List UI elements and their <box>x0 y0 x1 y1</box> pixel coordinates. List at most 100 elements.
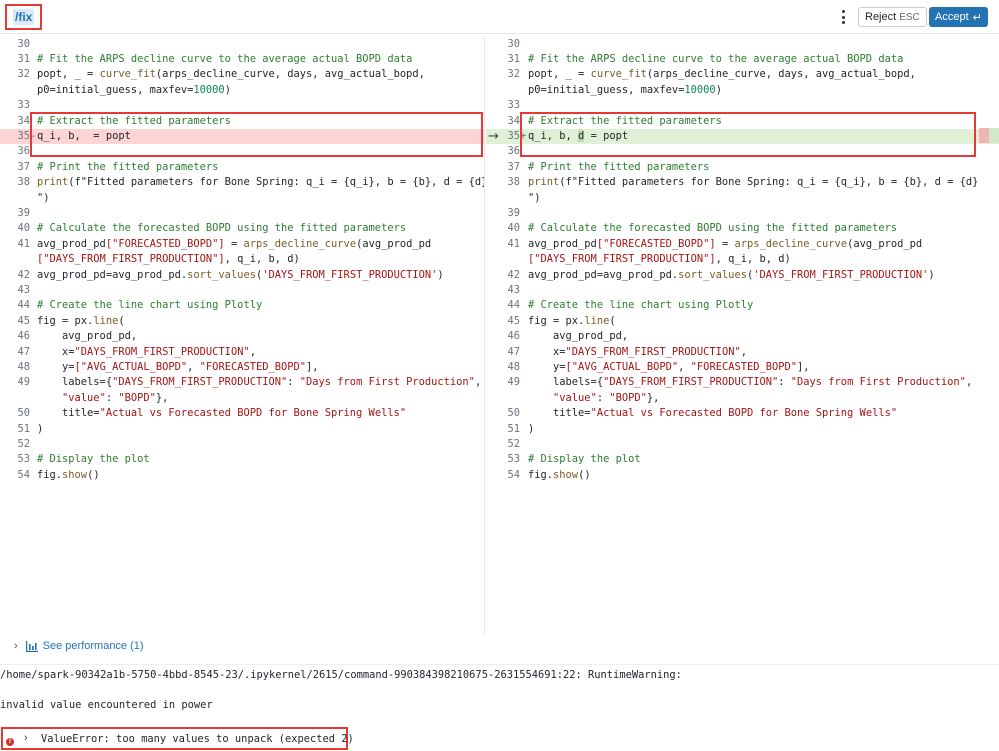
code-line: 53 # Display the plot <box>0 452 484 467</box>
code-line: 36 <box>486 144 999 159</box>
line-number: 50 <box>17 407 30 420</box>
code-line: 34 # Extract the fitted parameters <box>0 114 484 129</box>
line-number: 37 <box>507 160 520 173</box>
code-text: print(f"Fitted parameters for Bone Sprin… <box>528 176 979 189</box>
code-line: 46 avg_prod_pd, <box>486 329 999 344</box>
code-text: # Display the plot <box>528 453 641 466</box>
code-line: 44 # Create the line chart using Plotly <box>486 298 999 313</box>
line-number: 52 <box>17 438 30 450</box>
chevron-right-icon[interactable]: › <box>24 732 28 744</box>
line-number: 38 <box>17 176 30 189</box>
code-text: # Print the fitted parameters <box>528 160 710 173</box>
line-number: 37 <box>17 160 30 173</box>
code-text: # Calculate the forecasted BOPD using th… <box>37 222 407 235</box>
code-line: 30 <box>486 37 999 52</box>
code-text: print(f"Fitted parameters for Bone Sprin… <box>37 176 485 189</box>
line-number: 47 <box>17 345 30 358</box>
line-number: 41 <box>507 237 520 250</box>
reject-shortcut-label: ESC <box>899 11 920 23</box>
line-number: 34 <box>507 114 520 127</box>
line-number: 39 <box>507 207 520 219</box>
enter-key-icon: ↵ <box>972 11 982 24</box>
code-line: 44 # Create the line chart using Plotly <box>0 298 484 313</box>
runtime-warning-message: invalid value encountered in power <box>0 699 213 711</box>
code-line: ") <box>486 191 999 206</box>
code-line: 38 print(f"Fitted parameters for Bone Spr… <box>486 175 999 190</box>
code-text: fig.show() <box>37 468 100 481</box>
code-line: 39 <box>486 206 999 221</box>
line-number: 46 <box>507 330 520 343</box>
chevron-right-icon[interactable]: › <box>14 640 18 652</box>
line-number: 51 <box>507 422 520 435</box>
see-performance-row[interactable]: › See performance (1) <box>14 640 144 652</box>
original-code-pane[interactable]: 30 31 # Fit the ARPS decline curve to the … <box>0 36 485 634</box>
line-number: 52 <box>507 438 520 450</box>
code-line: 36 <box>0 144 484 159</box>
code-line: 54 fig.show() <box>486 468 999 483</box>
code-text: y=["AVG_ACTUAL_BOPD", "FORECASTED_BOPD"]… <box>37 361 319 373</box>
kebab-menu-icon[interactable] <box>836 9 850 25</box>
deletion-scroll-marker <box>979 128 989 143</box>
reject-button[interactable]: Reject ESC <box>858 7 927 27</box>
code-line: p0=initial_guess, maxfev=10000) <box>486 83 999 98</box>
line-number: 32 <box>17 68 30 81</box>
code-text: avg_prod_pd["FORECASTED_BOPD"] = arps_de… <box>528 237 923 250</box>
code-text: # Print the fitted parameters <box>37 160 219 173</box>
line-number: 45 <box>507 314 520 327</box>
line-number: 40 <box>17 222 30 235</box>
code-line: 53 # Display the plot <box>486 452 999 467</box>
code-line: ["DAYS_FROM_FIRST_PRODUCTION"], q_i, b, … <box>486 252 999 267</box>
code-text: # Fit the ARPS decline curve to the aver… <box>37 53 413 65</box>
line-number: 31 <box>507 53 520 65</box>
code-line: 41 avg_prod_pd["FORECASTED_BOPD"] = arps_… <box>486 237 999 252</box>
line-number: 49 <box>507 376 520 389</box>
code-line: 32 popt, _ = curve_fit(arps_decline_curve… <box>0 67 484 82</box>
code-text: "value": "BOPD"}, <box>553 391 660 404</box>
code-line: 48 y=["AVG_ACTUAL_BOPD", "FORECASTED_BOP… <box>0 360 484 375</box>
line-number: 53 <box>507 453 520 466</box>
line-number: 53 <box>17 453 30 466</box>
line-number: 43 <box>17 284 30 296</box>
code-text: labels={"DAYS_FROM_FIRST_PRODUCTION": "D… <box>528 376 973 389</box>
fix-command-chip: /fix <box>5 4 43 30</box>
line-number: 38 <box>507 176 520 189</box>
error-circle-icon: ! <box>6 738 14 746</box>
line-number: 39 <box>17 207 30 219</box>
arrow-right-icon: → <box>488 129 499 144</box>
code-line: 40 # Calculate the forecasted BOPD using … <box>486 221 999 236</box>
line-number: 46 <box>17 330 30 343</box>
line-number: 33 <box>507 99 520 112</box>
code-text: title="Actual vs Forecasted BOPD for Bon… <box>528 407 898 420</box>
line-number: 34 <box>17 114 30 127</box>
fix-command-label: /fix <box>13 9 35 25</box>
code-text: x="DAYS_FROM_FIRST_PRODUCTION", <box>528 345 747 358</box>
line-number: 51 <box>17 422 30 435</box>
code-text: y=["AVG_ACTUAL_BOPD", "FORECASTED_BOPD"]… <box>528 361 810 373</box>
code-text: fig = px.line( <box>528 314 616 327</box>
code-line: 40 # Calculate the forecasted BOPD using … <box>0 221 484 236</box>
error-row[interactable]: ! › ValueError: too many values to unpac… <box>1 727 354 750</box>
code-line: 43 <box>486 283 999 298</box>
line-number: 45 <box>17 314 30 327</box>
code-text: ) <box>528 422 535 435</box>
code-text: avg_prod_pd, <box>528 330 629 343</box>
code-text: # Extract the fitted parameters <box>37 114 231 127</box>
diff-toolbar: /fix Reject ESC Accept ↵ <box>0 0 999 34</box>
suggested-code-pane[interactable]: 30 31 # Fit the ARPS decline curve to the … <box>486 36 999 634</box>
code-line: 37 # Print the fitted parameters <box>486 160 999 175</box>
code-text: labels={"DAYS_FROM_FIRST_PRODUCTION": "D… <box>37 376 482 389</box>
insertion-scroll-marker <box>989 128 999 143</box>
line-number: 42 <box>17 268 30 281</box>
line-number: 36 <box>17 145 30 158</box>
line-number: 54 <box>17 468 30 481</box>
line-number: 33 <box>17 99 30 112</box>
code-line: 31 # Fit the ARPS decline curve to the av… <box>486 52 999 67</box>
code-text: q_i, b, = popt <box>37 130 131 142</box>
code-text: ["DAYS_FROM_FIRST_PRODUCTION"], q_i, b, … <box>528 253 791 266</box>
line-number: 32 <box>507 68 520 81</box>
code-line: 31 # Fit the ARPS decline curve to the av… <box>0 52 484 67</box>
accept-button[interactable]: Accept ↵ <box>929 7 988 27</box>
see-performance-link[interactable]: See performance (1) <box>43 640 144 652</box>
line-number: 49 <box>17 376 30 389</box>
line-number: 30 <box>507 37 520 50</box>
